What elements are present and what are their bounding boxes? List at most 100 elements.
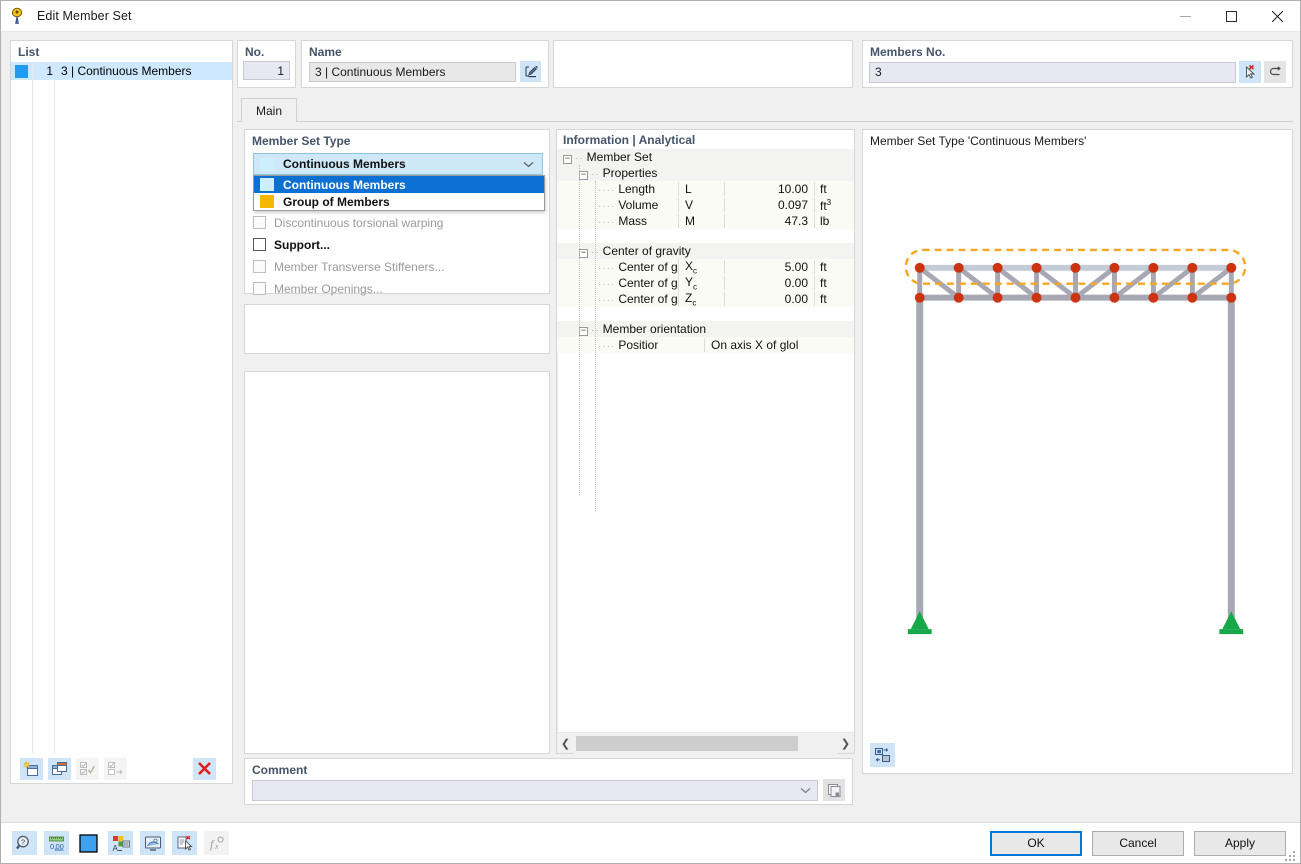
tree-guide-dots: ····: [598, 279, 616, 290]
information-row[interactable]: ···· Position On axis X of glol: [557, 337, 854, 353]
information-row-symbol: L: [678, 182, 724, 196]
ruler-number-icon[interactable]: 0, 00: [44, 831, 69, 855]
dialog-buttons: OK Cancel Apply: [990, 830, 1300, 856]
information-row-value: 0.097: [724, 198, 814, 212]
display-properties-icon[interactable]: A: [108, 831, 133, 855]
render-view-icon[interactable]: [140, 831, 165, 855]
list-rows[interactable]: 1 3 | Continuous Members: [11, 62, 232, 753]
delete-item-button[interactable]: [193, 757, 216, 780]
pick-cursor-icon[interactable]: [1239, 61, 1261, 83]
resize-grip[interactable]: [1285, 849, 1297, 861]
information-row-unit: ft3: [814, 197, 854, 213]
comment-input[interactable]: [252, 779, 818, 801]
title-bar: Edit Member Set: [1, 1, 1300, 32]
truss-model-graphic[interactable]: [863, 152, 1292, 732]
apply-button[interactable]: Apply: [1194, 830, 1286, 856]
view-settings-icon[interactable]: [870, 743, 895, 767]
combo-selected-label: Continuous Members: [283, 157, 406, 171]
information-row[interactable]: ···· Mass M 47.3 lb: [557, 213, 854, 229]
members-no-input[interactable]: 3: [869, 61, 1236, 83]
information-row[interactable]: − ·· Properties: [557, 165, 854, 181]
list-item[interactable]: 1 3 | Continuous Members: [11, 62, 232, 80]
information-tree[interactable]: − ·· Member Set − ·· Properties ···· Length L 10.…: [557, 149, 854, 731]
checkbox-support[interactable]: Support...: [253, 236, 330, 253]
color-swatch-icon[interactable]: [76, 831, 101, 855]
information-row-text: Length: [618, 182, 656, 196]
information-row-label: ····Center of gravity: [557, 260, 678, 274]
tree-guide-dots: ··: [575, 153, 584, 164]
comment-label: Comment: [252, 763, 308, 777]
minimize-button[interactable]: [1162, 1, 1208, 32]
checkbox-box: [253, 282, 266, 295]
members-no-panel: Members No. 3: [862, 40, 1293, 88]
information-row-text: Center of gravity: [618, 276, 678, 290]
option-color-swatch: [260, 195, 274, 208]
checkbox-box: [253, 238, 266, 251]
option-color-swatch: [260, 178, 274, 191]
information-row[interactable]: − ·· Member orientation: [557, 321, 854, 337]
dropdown-option-group-of-members[interactable]: Group of Members: [254, 193, 544, 210]
edit-pencil-icon[interactable]: [520, 61, 541, 82]
blank-middle-panel-1: [244, 304, 550, 354]
maximize-button[interactable]: [1208, 1, 1254, 32]
list-panel: List 1 3 | Continuous Members: [10, 40, 233, 784]
tree-guide-dots: ····: [598, 295, 616, 306]
information-row-value: 10.00: [724, 182, 814, 196]
tree-expander-icon[interactable]: −: [579, 249, 588, 258]
information-panel: Information | Analytical − ·· Member Set − ·…: [556, 129, 855, 754]
copy-comment-icon[interactable]: [823, 779, 845, 801]
option-label: Continuous Members: [283, 177, 406, 192]
tree-expander-icon[interactable]: −: [563, 155, 572, 164]
copy-item-button[interactable]: [48, 757, 71, 780]
magnifier-question-icon[interactable]: ?: [12, 831, 37, 855]
scrollbar-track[interactable]: [574, 732, 837, 754]
checkbox-member-transverse-stiffeners[interactable]: Member Transverse Stiffeners...: [253, 258, 445, 275]
tab-main[interactable]: Main: [241, 98, 297, 122]
list-item-label: 3 | Continuous Members: [61, 64, 192, 78]
close-button[interactable]: [1254, 1, 1300, 32]
member-set-type-dropdown[interactable]: Continuous Members Group of Members: [253, 175, 545, 211]
tree-guide-dots: ··: [591, 169, 600, 180]
formula-icon[interactable]: f x: [204, 831, 229, 855]
chevron-down-icon[interactable]: [800, 783, 811, 797]
information-row[interactable]: ····Center of gravityZc0.00ft: [557, 290, 854, 308]
select-all-button[interactable]: [76, 757, 99, 780]
scroll-left-icon[interactable]: ❮: [557, 733, 574, 754]
information-row[interactable]: ···· Volume V 0.097 ft3: [557, 197, 854, 213]
checkbox-member-openings[interactable]: Member Openings...: [253, 280, 383, 297]
chevron-down-icon: [523, 157, 534, 171]
information-row-label: ····Center of gravity: [557, 276, 678, 290]
information-row-label: − ·· Center of gravity: [557, 244, 854, 258]
list-label: List: [18, 45, 40, 59]
information-row-value: 0.00: [724, 276, 814, 290]
name-input[interactable]: 3 | Continuous Members: [309, 61, 516, 82]
select-object-icon[interactable]: [172, 831, 197, 855]
invert-selection-button[interactable]: [104, 757, 127, 780]
information-row-text: Volume: [618, 198, 659, 212]
dropdown-option-continuous-members[interactable]: Continuous Members: [254, 176, 544, 193]
information-row-symbol: Yc: [678, 274, 724, 292]
checkbox-discontinuous-torsional-warping[interactable]: Discontinuous torsional warping: [253, 214, 443, 231]
scroll-right-icon[interactable]: ❯: [837, 733, 854, 754]
member-set-type-combobox[interactable]: Continuous Members: [253, 153, 543, 175]
ok-button[interactable]: OK: [990, 830, 1082, 856]
tree-guide-dots: ····: [598, 185, 616, 196]
information-row[interactable]: − ·· Member Set: [557, 149, 854, 165]
undo-arrow-icon[interactable]: [1264, 61, 1286, 83]
new-item-button[interactable]: [20, 757, 43, 780]
information-row[interactable]: ····Center of gravityXc5.00ft: [557, 258, 854, 276]
information-row[interactable]: ···· Length L 10.00 ft: [557, 181, 854, 197]
tree-expander-icon[interactable]: −: [579, 171, 588, 180]
information-horizontal-scrollbar[interactable]: ❮ ❯: [557, 732, 854, 754]
edit-member-set-dialog: Edit Member Set List 1 3 | Continuous Me…: [0, 0, 1301, 864]
tree-guide-dots: ····: [598, 201, 616, 212]
number-label: No.: [245, 45, 265, 59]
information-row-unit: ft: [814, 292, 854, 306]
cancel-button[interactable]: Cancel: [1092, 830, 1184, 856]
information-row-symbol: M: [678, 214, 724, 228]
scrollbar-thumb[interactable]: [576, 735, 798, 751]
information-row[interactable]: ····Center of gravityYc0.00ft: [557, 274, 854, 292]
information-row[interactable]: − ·· Center of gravity: [557, 243, 854, 259]
tree-expander-icon[interactable]: −: [579, 327, 588, 336]
svg-text:x: x: [214, 842, 219, 851]
